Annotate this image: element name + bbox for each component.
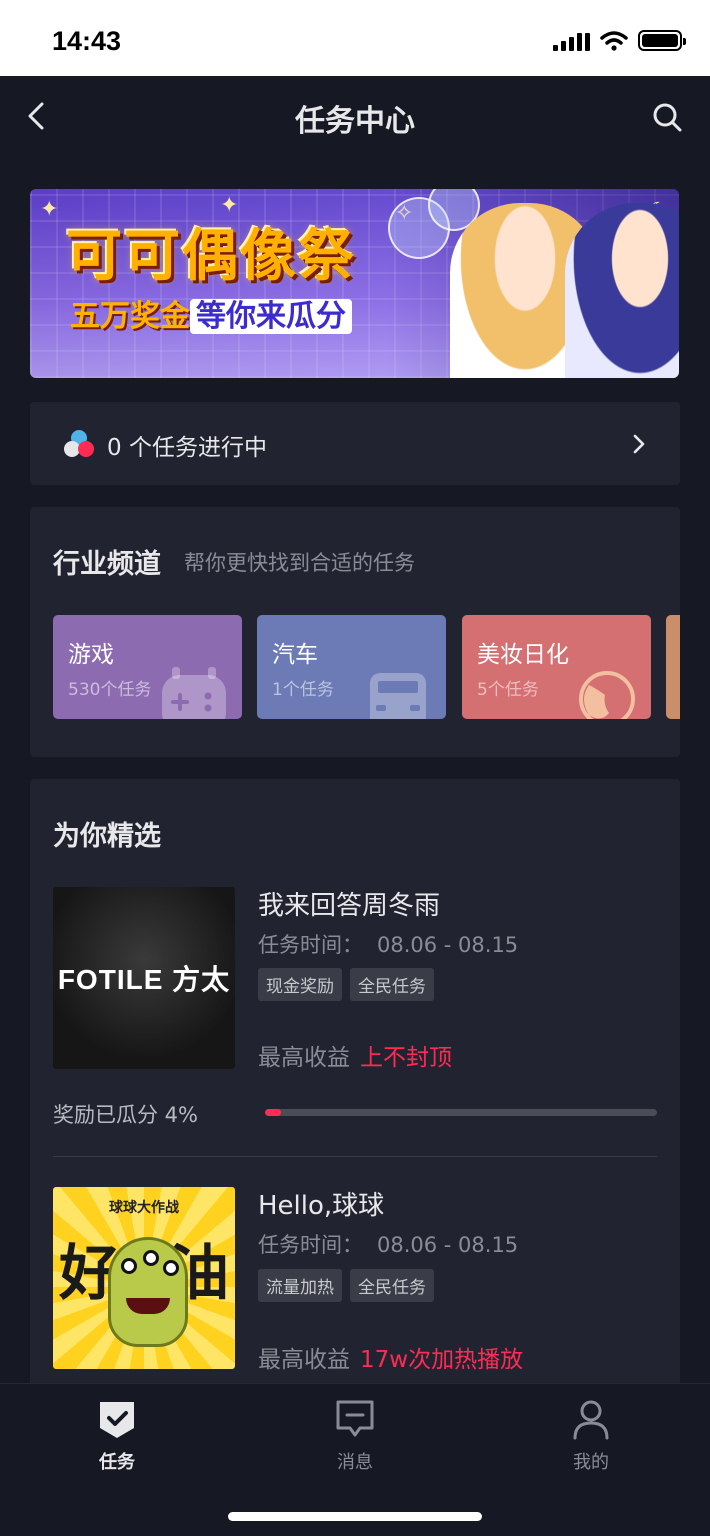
channel-name: 汽车 [272, 642, 318, 668]
message-icon [336, 1400, 374, 1437]
brand-logo: FOTILE 方太 [57, 964, 231, 995]
task-time-range: 08.06 - 08.15 [377, 1233, 519, 1257]
wifi-icon [600, 30, 628, 51]
task-time-label: 任务时间： [258, 1233, 363, 1257]
tab-profile[interactable]: 我的 [531, 1398, 651, 1474]
channel-card-game[interactable]: 游戏 530个任务 [53, 615, 242, 719]
promo-banner[interactable]: ✦ ✦ ✧ ☾ 可可偶像祭 五万奖金等你来瓜分 [30, 189, 679, 378]
tab-messages[interactable]: 消息 [295, 1398, 415, 1474]
task-time: 任务时间： 08.06 - 08.15 [258, 929, 518, 959]
home-indicator [228, 1512, 482, 1521]
tasks-balls-icon [64, 430, 94, 457]
task-title[interactable]: Hello,球球 [258, 1185, 384, 1222]
car-icon [370, 673, 426, 719]
task-thumbnail[interactable]: FOTILE 方太 [53, 887, 235, 1069]
task-tag: 现金奖励 [258, 968, 342, 1001]
reward-value: 上不封顶 [360, 1045, 452, 1071]
face-icon [579, 671, 635, 719]
nav-bar: 任务中心 [0, 76, 710, 158]
reward-label: 最高收益 [258, 1347, 350, 1373]
task-tags: 现金奖励 全民任务 [258, 968, 434, 1001]
tab-label: 消息 [337, 1452, 373, 1473]
status-icons [553, 30, 686, 51]
ongoing-tasks-label: 0 个任务进行中 [107, 435, 267, 461]
progress-fill [265, 1109, 281, 1116]
task-time-range: 08.06 - 08.15 [377, 933, 519, 957]
channel-count: 1个任务 [272, 680, 334, 700]
channel-count: 5个任务 [477, 680, 539, 700]
task-tag: 全民任务 [350, 968, 434, 1001]
progress-bar [265, 1109, 657, 1116]
section-subtitle: 帮你更快找到合适的任务 [184, 551, 415, 575]
task-tag: 流量加热 [258, 1269, 342, 1302]
search-icon[interactable] [650, 100, 684, 134]
task-tag: 全民任务 [350, 1269, 434, 1302]
channel-card-more[interactable] [666, 615, 680, 719]
banner-subtitle-highlight: 五万奖金 [70, 299, 190, 334]
gamepad-icon [162, 667, 226, 719]
task-time-label: 任务时间： [258, 933, 363, 957]
divider [53, 1156, 657, 1157]
section-title: 行业频道 [53, 549, 161, 580]
channel-card-beauty[interactable]: 美妆日化 5个任务 [462, 615, 651, 719]
task-reward: 最高收益 17w次加热播放 [258, 1340, 523, 1374]
sparkle-icon: ✦ [40, 197, 59, 222]
task-tags: 流量加热 全民任务 [258, 1269, 434, 1302]
channel-name: 美妆日化 [477, 642, 569, 668]
banner-character-illustration [565, 203, 679, 378]
chevron-right-icon [633, 434, 645, 454]
channel-card-car[interactable]: 汽车 1个任务 [257, 615, 446, 719]
task-time: 任务时间： 08.06 - 08.15 [258, 1229, 518, 1259]
task-reward: 最高收益 上不封顶 [258, 1038, 452, 1072]
battery-icon [638, 30, 686, 51]
tab-tasks[interactable]: 任务 [57, 1398, 177, 1474]
banner-subtitle: 五万奖金 等你来瓜分 [70, 291, 352, 335]
ongoing-tasks-row[interactable]: 0 个任务进行中 [30, 402, 680, 485]
profile-icon [573, 1400, 609, 1440]
task-shield-icon [100, 1402, 134, 1438]
tab-label: 任务 [99, 1452, 135, 1473]
reward-label: 最高收益 [258, 1045, 350, 1071]
monster-mascot-illustration [108, 1237, 188, 1347]
channel-name: 游戏 [68, 642, 114, 668]
featured-section: 为你精选 FOTILE 方太 我来回答周冬雨 任务时间： 08.06 - 08.1… [30, 779, 680, 1419]
status-time: 14:43 [52, 26, 122, 56]
channel-count: 530个任务 [68, 680, 152, 700]
tab-label: 我的 [573, 1452, 609, 1473]
thumbnail-game-title: 球球大作战 [109, 1200, 179, 1216]
signal-icon [553, 31, 590, 51]
industry-channels-section: 行业频道 帮你更快找到合适的任务 游戏 530个任务 汽车 1个任务 美妆日化 … [30, 507, 680, 757]
reward-value: 17w次加热播放 [360, 1347, 524, 1373]
progress-label: 奖励已瓜分 4% [53, 1103, 198, 1127]
task-title[interactable]: 我来回答周冬雨 [258, 885, 440, 922]
task-thumbnail[interactable]: 球球大作战 好 油 [53, 1187, 235, 1369]
banner-title: 可可偶像祭 [66, 224, 356, 289]
section-title: 为你精选 [53, 821, 161, 852]
banner-subtitle-rest: 等你来瓜分 [190, 299, 352, 334]
page-title: 任务中心 [295, 104, 415, 139]
status-bar: 14:43 [0, 0, 710, 76]
